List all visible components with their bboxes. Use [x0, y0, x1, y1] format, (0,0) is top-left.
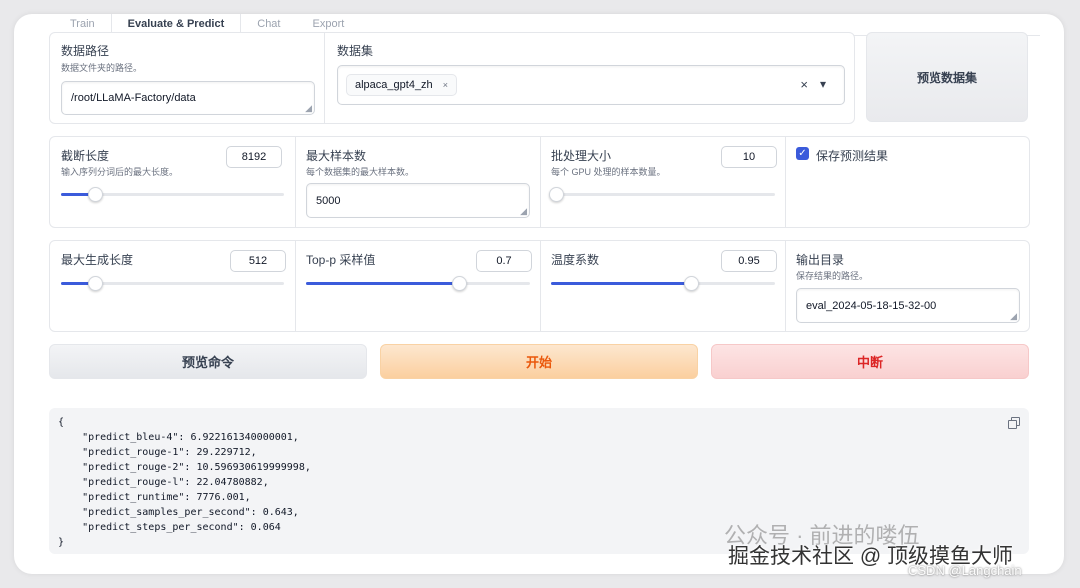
dataset-panel: 数据路径 数据文件夹的路径。 /root/LLaMA-Factory/data …	[49, 32, 855, 124]
max-new-tokens-slider[interactable]	[61, 276, 284, 291]
cutoff-len-slider[interactable]	[61, 187, 284, 202]
dataset-dir-input[interactable]: /root/LLaMA-Factory/data ◢	[61, 81, 315, 115]
max-new-tokens-number[interactable]: 512	[230, 250, 286, 272]
abort-button[interactable]: 中断	[711, 344, 1029, 379]
chevron-down-icon[interactable]: ▾	[820, 77, 826, 91]
resize-grip-icon: ◢	[305, 103, 312, 113]
output-line: "predict_rouge-2": 10.596930619999998,	[58, 462, 311, 473]
batch-size-info: 每个 GPU 处理的样本数量。	[551, 167, 666, 177]
cutoff-len-label: 截断长度	[61, 149, 110, 163]
predict-results-cell: ✓ 保存预测结果	[785, 137, 1029, 227]
max-samples-cell: 最大样本数 每个数据集的最大样本数。 5000 ◢	[295, 137, 540, 227]
output-line: "predict_runtime": 7776.001,	[58, 492, 251, 503]
output-line: }	[58, 537, 65, 548]
dataset-cell: 数据集 alpaca_gpt4_zh × × ▾	[324, 33, 854, 123]
output-line: "predict_rouge-l": 22.04780882,	[58, 477, 269, 488]
eval-params-panel: 截断长度 输入序列分词后的最大长度。 8192 最大样本数 每个数据集的最大样本…	[49, 136, 1030, 228]
slider-fill	[306, 282, 459, 285]
cutoff-len-info: 输入序列分词后的最大长度。	[61, 167, 179, 177]
temperature-number[interactable]: 0.95	[721, 250, 777, 272]
temperature-label: 温度系数	[551, 253, 600, 267]
slider-knob[interactable]	[683, 276, 699, 291]
batch-size-slider[interactable]	[549, 187, 775, 202]
predict-results-label[interactable]: 保存预测结果	[816, 147, 888, 164]
batch-size-cell: 批处理大小 每个 GPU 处理的样本数量。 10	[540, 137, 785, 227]
predict-results-checkbox[interactable]: ✓	[796, 147, 809, 160]
batch-size-label: 批处理大小	[551, 149, 612, 163]
output-line: "predict_bleu-4": 6.922161340000001,	[58, 432, 299, 443]
slider-knob[interactable]	[88, 276, 104, 291]
top-p-slider[interactable]	[306, 276, 530, 291]
output-line: {	[58, 417, 65, 428]
dataset-multiselect[interactable]: alpaca_gpt4_zh × × ▾	[337, 65, 845, 105]
max-new-tokens-label: 最大生成长度	[61, 253, 134, 267]
output-line: "predict_samples_per_second": 0.643,	[58, 507, 299, 518]
temperature-slider[interactable]	[551, 276, 775, 291]
cutoff-len-cell: 截断长度 输入序列分词后的最大长度。 8192	[50, 137, 294, 227]
dataset-dir-cell: 数据路径 数据文件夹的路径。 /root/LLaMA-Factory/data …	[50, 33, 322, 123]
top-p-label: Top-p 采样值	[306, 253, 376, 267]
slider-knob[interactable]	[549, 187, 565, 202]
max-samples-input[interactable]: 5000 ◢	[306, 183, 530, 218]
slider-knob[interactable]	[88, 187, 104, 202]
dataset-dir-value: /root/LLaMA-Factory/data	[71, 92, 196, 104]
output-line: "predict_rouge-1": 29.229712,	[58, 447, 257, 458]
max-new-tokens-cell: 最大生成长度 512	[50, 241, 294, 331]
csdn-watermark: CSDN @Langchain	[908, 563, 1022, 578]
clear-icon[interactable]: ×	[800, 77, 808, 92]
dataset-chip-label: alpaca_gpt4_zh	[355, 79, 433, 91]
start-button[interactable]: 开始	[380, 344, 698, 379]
output-dir-info: 保存结果的路径。	[796, 271, 869, 281]
dataset-chip: alpaca_gpt4_zh ×	[346, 74, 457, 96]
max-samples-value: 5000	[316, 194, 341, 207]
output-dir-cell: 输出目录 保存结果的路径。 eval_2024-05-18-15-32-00 ◢	[785, 241, 1029, 331]
temperature-cell: 温度系数 0.95	[540, 241, 785, 331]
preview-command-button[interactable]: 预览命令	[49, 344, 367, 379]
output-dir-label: 输出目录	[796, 253, 845, 267]
output-dir-value: eval_2024-05-18-15-32-00	[806, 299, 937, 312]
batch-size-number[interactable]: 10	[721, 146, 777, 168]
preview-dataset-button[interactable]: 预览数据集	[866, 32, 1028, 122]
dataset-label: 数据集	[337, 44, 374, 58]
max-samples-label: 最大样本数	[306, 149, 367, 163]
chip-close-icon[interactable]: ×	[443, 80, 448, 90]
output-line: "predict_steps_per_second": 0.064	[58, 522, 281, 533]
max-samples-info: 每个数据集的最大样本数。	[306, 167, 415, 177]
resize-grip-icon: ◢	[520, 206, 527, 216]
generation-params-panel: 最大生成长度 512 Top-p 采样值 0.7 温度系数 0.95 输出目录 …	[49, 240, 1030, 332]
cutoff-len-number[interactable]: 8192	[226, 146, 282, 168]
slider-fill	[551, 282, 690, 285]
top-p-cell: Top-p 采样值 0.7	[295, 241, 540, 331]
dataset-dir-label: 数据路径	[61, 44, 110, 58]
copy-icon[interactable]	[1008, 417, 1020, 429]
slider-knob[interactable]	[452, 276, 468, 291]
dataset-dir-info: 数据文件夹的路径。	[61, 63, 143, 73]
output-dir-input[interactable]: eval_2024-05-18-15-32-00 ◢	[796, 288, 1020, 323]
resize-grip-icon: ◢	[1010, 311, 1017, 321]
app-window: Train Evaluate & Predict Chat Export 数据路…	[14, 14, 1064, 574]
top-p-number[interactable]: 0.7	[476, 250, 532, 272]
